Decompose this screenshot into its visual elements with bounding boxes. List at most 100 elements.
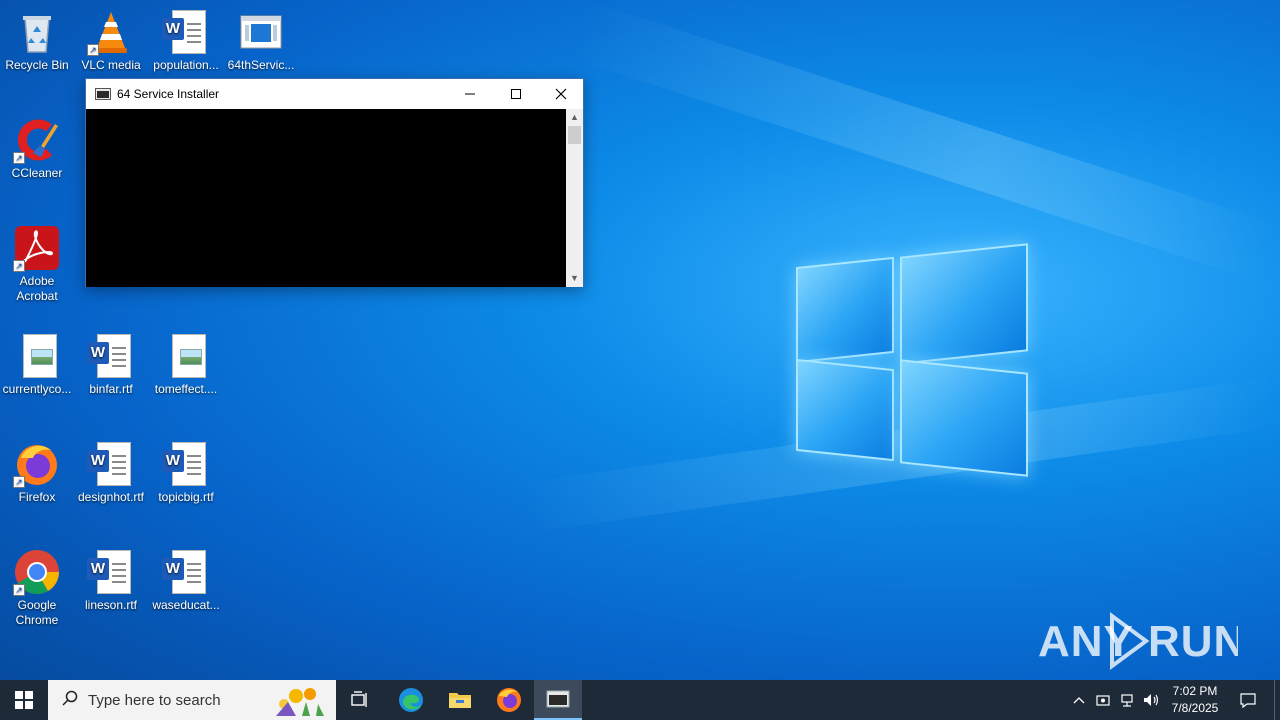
scroll-down-icon[interactable]: ▼ [566,270,583,287]
shortcut-arrow-icon: ↗ [13,476,25,488]
shortcut-arrow-icon: ↗ [13,584,25,596]
folder-icon [449,693,471,708]
desktop-icon-vlc[interactable]: ↗ VLC media [74,8,148,73]
chrome-icon: ↗ [13,548,61,596]
desktop-icon-label: Adobe Acrobat [16,274,58,303]
task-view-button[interactable] [336,680,384,720]
desktop-icon-label: currentlyco... [2,382,72,396]
watermark-text-run: RUN [1148,617,1238,666]
taskbar-edge[interactable] [387,680,435,720]
show-desktop-button[interactable] [1274,680,1280,720]
word-doc-icon: W [87,440,135,488]
desktop-icon-64thservice[interactable]: 64thServic... [224,8,298,73]
scrollbar-thumb[interactable] [568,126,581,144]
desktop-icon-label: Firefox [18,490,56,504]
search-icon [62,690,78,711]
desktop-icon-waseducat[interactable]: W waseducat... [149,548,223,613]
shortcut-arrow-icon: ↗ [13,260,25,272]
notification-icon [1240,693,1256,709]
acrobat-icon: ↗ [13,224,61,272]
shortcut-arrow-icon: ↗ [87,44,99,56]
minimize-icon [465,93,475,95]
desktop-icon-firefox[interactable]: ↗ Firefox [0,440,74,505]
anyrun-watermark: ANY RUN [1038,608,1238,674]
network-icon [1121,694,1133,707]
taskbar-clock[interactable]: 7:02 PM 7/8/2025 [1160,683,1230,717]
desktop-icon-population[interactable]: W population... [149,8,223,73]
tray-volume[interactable] [1140,680,1162,720]
ccleaner-icon: ↗ [13,116,61,164]
search-placeholder: Type here to search [88,691,221,709]
maximize-icon [511,89,521,99]
console-app-icon [95,88,111,100]
window-title: 64 Service Installer [117,87,220,101]
vertical-scrollbar[interactable]: ▲ ▼ [566,109,583,287]
desktop-icon-currentlyco[interactable]: currentlyco... [0,332,74,397]
close-button[interactable] [538,79,584,109]
maximize-button[interactable] [493,79,539,109]
console-window[interactable]: 64 Service Installer ▲ ▼ [85,78,584,287]
desktop-icon-ccleaner[interactable]: ↗ CCleaner [0,116,74,181]
start-button[interactable] [0,680,48,720]
edge-icon [399,688,423,712]
image-file-icon [162,332,210,380]
taskbar-file-explorer[interactable] [436,680,484,720]
desktop-icon-recycle-bin[interactable]: Recycle Bin [0,8,74,73]
desktop-icon-google-chrome[interactable]: ↗ Google Chrome [0,548,74,628]
action-center-button[interactable] [1232,680,1264,720]
console-app-icon [546,690,570,708]
windows-start-icon [15,691,33,709]
window-titlebar[interactable]: 64 Service Installer [86,79,583,109]
desktop-icon-label: population... [153,58,219,72]
desktop-icon-label: Google Chrome [15,598,59,627]
desktop-icon-label: binfar.rtf [89,382,133,396]
taskbar-64-service-installer[interactable] [534,680,582,720]
desktop-icon-tomeffect[interactable]: tomeffect.... [149,332,223,397]
volume-icon [1144,694,1159,706]
desktop-icon-label: designhot.rtf [77,490,145,504]
desktop-icon-label: lineson.rtf [84,598,138,612]
console-output-area[interactable] [86,109,567,287]
word-doc-icon: W [87,332,135,380]
clock-time: 7:02 PM [1172,684,1218,698]
word-doc-icon: W [162,440,210,488]
recycle-bin-icon [13,8,61,56]
desktop-icon-label: CCleaner [11,166,63,180]
word-doc-icon: W [162,548,210,596]
windows-logo-wallpaper [796,242,1028,478]
scroll-up-icon[interactable]: ▲ [566,109,583,126]
taskbar-search-box[interactable]: Type here to search [48,680,336,720]
image-file-icon [13,332,61,380]
desktop-icon-label: 64thServic... [227,58,295,72]
desktop-icon-designhot[interactable]: W designhot.rtf [74,440,148,505]
desktop-icon-adobe-acrobat[interactable]: ↗ Adobe Acrobat [0,224,74,304]
shortcut-arrow-icon: ↗ [13,152,25,164]
search-highlight-flowers-icon [266,682,332,718]
desktop-icon-label: Recycle Bin [5,58,69,72]
desktop-icon-label: topicbig.rtf [158,490,214,504]
minimize-button[interactable] [447,79,493,109]
vlc-icon: ↗ [87,8,135,56]
chevron-up-icon [1073,697,1085,704]
desktop-icon-label: tomeffect.... [154,382,218,396]
tray-meet-now[interactable] [1092,680,1114,720]
tray-network[interactable] [1116,680,1138,720]
word-doc-icon: W [162,8,210,56]
taskbar-firefox[interactable] [485,680,533,720]
word-doc-icon: W [87,548,135,596]
desktop-icon-label: VLC media [81,58,141,72]
desktop-icon-topicbig[interactable]: W topicbig.rtf [149,440,223,505]
app-window-icon [237,8,285,56]
task-view-icon [351,691,367,707]
firefox-icon: ↗ [13,440,61,488]
taskbar: Type here to search 7:02 PM 7/8/2025 [0,680,1280,720]
firefox-icon [497,688,521,712]
show-hidden-icons-button[interactable] [1068,680,1090,720]
close-icon [555,88,567,100]
desktop-icon-binfar[interactable]: W binfar.rtf [74,332,148,397]
desktop-icon-label: waseducat... [152,598,220,612]
meet-now-icon [1096,695,1110,706]
light-beam [568,0,1272,280]
clock-date: 7/8/2025 [1171,701,1219,715]
desktop-icon-lineson[interactable]: W lineson.rtf [74,548,148,613]
